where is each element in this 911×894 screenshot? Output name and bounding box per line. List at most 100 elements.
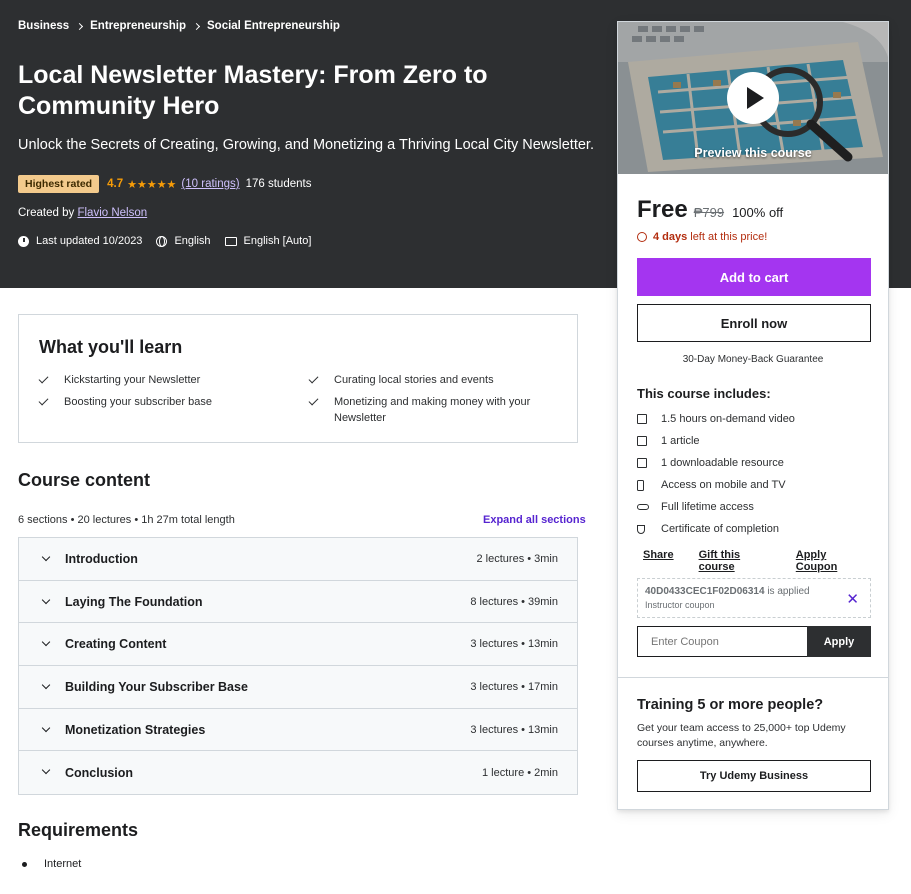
learn-item: Curating local stories and events [308, 372, 549, 388]
course-title: Local Newsletter Mastery: From Zero to C… [18, 61, 488, 120]
close-icon[interactable]: ✕ [846, 590, 859, 608]
section-row[interactable]: Conclusion 1 lecture • 2min [19, 751, 577, 795]
includes-title: This course includes: [637, 386, 771, 401]
enroll-now-button[interactable]: Enroll now [637, 304, 871, 342]
timer-text: left at this price! [690, 231, 768, 243]
gift-course-button[interactable]: Gift this course [699, 549, 771, 573]
language: English [156, 235, 211, 247]
chevron-down-icon [41, 595, 51, 604]
price-row: Free ₱799 100% off [637, 196, 783, 224]
chevron-down-icon [41, 766, 51, 775]
section-title: Conclusion [65, 765, 134, 780]
coupon-type: Instructor coupon [645, 600, 715, 610]
section-row[interactable]: Creating Content 3 lectures • 13min [19, 623, 577, 667]
section-row[interactable]: Laying The Foundation 8 lectures • 39min [19, 580, 577, 624]
chevron-down-icon [41, 723, 51, 732]
breadcrumb-entrepreneurship[interactable]: Entrepreneurship [90, 20, 186, 32]
instructor-link[interactable]: Flavio Nelson [77, 207, 147, 219]
chevron-down-icon [41, 638, 51, 647]
language-text: English [174, 235, 211, 247]
add-to-cart-button[interactable]: Add to cart [637, 258, 871, 296]
mobile-icon [637, 479, 644, 491]
section-row[interactable]: Introduction 2 lectures • 3min [19, 538, 577, 581]
money-back-guarantee: 30-Day Money-Back Guarantee [682, 354, 824, 365]
expand-all-sections-button[interactable]: Expand all sections [483, 514, 586, 526]
breadcrumb-business[interactable]: Business [18, 20, 69, 32]
course-subtitle: Unlock the Secrets of Creating, Growing,… [18, 137, 594, 153]
section-meta: 8 lectures • 39min [470, 595, 558, 608]
rating-row: Highest rated 4.7 ★★★★★ (10 ratings) 176… [18, 175, 311, 193]
section-row[interactable]: Monetization Strategies 3 lectures • 13m… [19, 708, 577, 752]
course-sections: Introduction 2 lectures • 3min Laying Th… [18, 537, 578, 796]
section-title: Introduction [65, 551, 138, 566]
learn-item: Kickstarting your Newsletter [38, 372, 279, 388]
include-text: 1 article [661, 435, 700, 447]
coupon-code-value: 40D0433CEC1F02D06314 [645, 586, 765, 597]
learn-title: What you'll learn [39, 337, 183, 357]
captions: English [Auto] [224, 235, 312, 247]
section-meta: 2 lectures • 3min [476, 552, 559, 565]
closed-captions-icon [224, 236, 237, 246]
section-title: Building Your Subscriber Base [65, 679, 248, 694]
coupon-applied-text: is applied [767, 586, 810, 597]
play-icon[interactable] [727, 72, 779, 124]
include-text: Access on mobile and TV [661, 479, 786, 491]
coupon-apply-button[interactable]: Apply [807, 626, 871, 657]
learn-item-text: Kickstarting your Newsletter [64, 374, 201, 386]
share-button[interactable]: Share [643, 549, 674, 573]
trophy-icon [637, 524, 645, 534]
discount-timer: 4 days left at this price! [637, 231, 767, 243]
alert-clock-icon [18, 235, 29, 247]
team-title: Training 5 or more people? [637, 697, 824, 713]
chevron-right-icon [76, 22, 84, 30]
section-meta: 3 lectures • 13min [470, 638, 558, 651]
section-meta: 3 lectures • 13min [470, 723, 558, 736]
divider [618, 677, 888, 678]
created-by: Created by Flavio Nelson [18, 207, 147, 219]
captions-text: English [Auto] [243, 235, 312, 247]
team-description: Get your team access to 25,000+ top Udem… [637, 722, 846, 749]
apply-coupon-button[interactable]: Apply Coupon [796, 549, 863, 573]
coupon-code: 40D0433CEC1F02D06314 is applied [645, 586, 810, 597]
highest-rated-badge: Highest rated [18, 175, 100, 193]
include-item: Certificate of completion [637, 523, 779, 535]
course-meta: Last updated 10/2023 English English [Au… [18, 235, 325, 247]
timer-days: 4 days [653, 231, 688, 243]
last-updated: Last updated 10/2023 [18, 235, 142, 247]
include-item: Access on mobile and TV [637, 479, 786, 491]
include-text: 1 downloadable resource [661, 457, 784, 469]
check-icon [38, 395, 49, 406]
learn-item-text: Monetizing and making money with your Ne… [334, 396, 531, 424]
check-icon [308, 373, 319, 384]
file-icon [637, 436, 647, 446]
ratings-count-link[interactable]: (10 ratings) [181, 178, 239, 190]
coupon-input[interactable] [637, 626, 808, 657]
course-content-title: Course content [18, 470, 151, 490]
requirement-item: Internet [22, 858, 81, 870]
chevron-right-icon [192, 22, 201, 30]
requirements-title: Requirements [18, 820, 139, 840]
learn-item-text: Boosting your subscriber base [64, 396, 212, 408]
try-udemy-business-button[interactable]: Try Udemy Business [637, 760, 871, 792]
learn-item-text: Curating local stories and events [334, 374, 494, 386]
course-preview-video[interactable]: Preview this course [618, 22, 888, 174]
requirement-text: Internet [44, 858, 82, 870]
purchase-sidebar: Preview this course Free ₱799 100% off 4… [617, 21, 889, 810]
breadcrumb: Business Entrepreneurship Social Entrepr… [18, 20, 340, 32]
discount-percent: 100% off [732, 205, 784, 220]
preview-label[interactable]: Preview this course [618, 146, 888, 160]
check-icon [38, 373, 49, 384]
breadcrumb-social-entrepreneurship[interactable]: Social Entrepreneurship [207, 20, 340, 32]
learn-item: Boosting your subscriber base [38, 394, 279, 410]
include-item: Full lifetime access [637, 501, 754, 513]
chevron-down-icon [41, 680, 51, 690]
applied-coupon: 40D0433CEC1F02D06314 is applied Instruct… [637, 578, 871, 618]
section-title: Monetization Strategies [65, 722, 206, 737]
section-row[interactable]: Building Your Subscriber Base 3 lectures… [19, 666, 577, 709]
include-item: 1 downloadable resource [637, 457, 784, 469]
include-item: 1 article [637, 435, 700, 447]
download-icon [637, 458, 647, 468]
star-rating-icon: ★★★★★ [127, 178, 177, 191]
include-text: 1.5 hours on-demand video [661, 413, 795, 425]
alarm-clock-icon [637, 232, 647, 242]
